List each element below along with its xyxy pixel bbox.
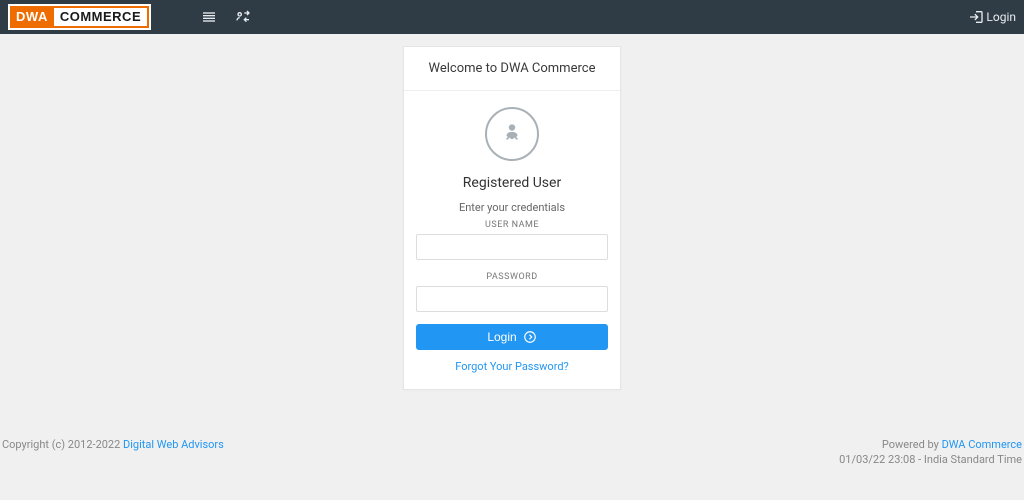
registered-user-heading: Registered User [416, 175, 608, 191]
footer-left: Copyright (c) 2012-2022 Digital Web Advi… [2, 438, 224, 466]
menu-icon[interactable] [201, 9, 217, 25]
login-card: Welcome to DWA Commerce Registered User … [403, 46, 621, 390]
chevron-circle-right-icon [523, 330, 537, 344]
login-icon [968, 9, 984, 25]
powered-by-text: Powered by [882, 438, 942, 451]
login-button[interactable]: Login [416, 324, 608, 350]
footer: Copyright (c) 2012-2022 Digital Web Advi… [0, 438, 1024, 466]
logo-text-primary: DWA [10, 6, 54, 28]
powered-by-link[interactable]: DWA Commerce [942, 438, 1022, 451]
forgot-password-link[interactable]: Forgot Your Password? [416, 360, 608, 373]
login-button-label: Login [487, 330, 516, 344]
top-navbar: DWA COMMERCE Login [0, 0, 1024, 34]
header-login-label: Login [986, 10, 1016, 24]
credentials-hint: Enter your credentials [416, 201, 608, 214]
username-label: USER NAME [416, 220, 608, 230]
main-content: Welcome to DWA Commerce Registered User … [0, 34, 1024, 390]
copyright-link[interactable]: Digital Web Advisors [123, 438, 224, 451]
password-label: PASSWORD [416, 272, 608, 282]
brand-logo[interactable]: DWA COMMERCE [8, 4, 151, 30]
user-avatar-icon [485, 107, 539, 161]
card-title: Welcome to DWA Commerce [404, 47, 620, 91]
swap-icon[interactable] [235, 9, 251, 25]
footer-timestamp: 01/03/22 23:08 - India Standard Time [839, 453, 1022, 466]
logo-text-secondary: COMMERCE [54, 6, 149, 28]
password-input[interactable] [416, 286, 608, 312]
footer-right: Powered by DWA Commerce 01/03/22 23:08 -… [839, 438, 1022, 466]
username-input[interactable] [416, 234, 608, 260]
copyright-text: Copyright (c) 2012-2022 [2, 438, 123, 451]
header-login-link[interactable]: Login [968, 9, 1016, 25]
